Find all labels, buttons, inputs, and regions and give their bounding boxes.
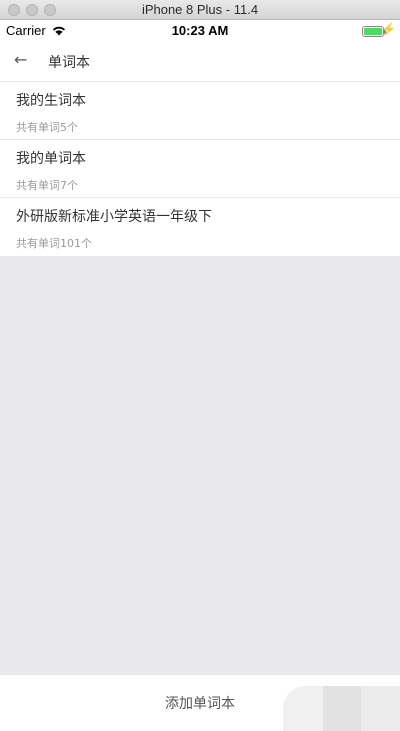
status-bar: Carrier 10:23 AM ⚡	[0, 20, 400, 42]
simulator-titlebar: iPhone 8 Plus - 11.4	[0, 0, 400, 20]
simulator-title: iPhone 8 Plus - 11.4	[141, 2, 259, 17]
wordbook-name: 我的生词本	[16, 93, 86, 109]
navigation-bar: ← 单词本	[0, 42, 400, 82]
add-wordbook-button[interactable]: 添加单词本	[0, 675, 400, 731]
wordbook-name: 外研版新标准小学英语一年级下	[16, 209, 212, 225]
wordbook-list: 我的生词本 共有单词5个 我的单词本 共有单词7个 外研版新标准小学英语一年级下…	[0, 82, 400, 256]
wordbook-item[interactable]: 我的生词本 共有单词5个	[0, 82, 400, 140]
wordbook-word-count: 共有单词5个	[16, 121, 78, 134]
wordbook-item[interactable]: 外研版新标准小学英语一年级下 共有单词101个	[0, 198, 400, 256]
wordbook-word-count: 共有单词101个	[16, 237, 92, 250]
wordbook-word-count: 共有单词7个	[16, 179, 78, 192]
wordbook-item[interactable]: 我的单词本 共有单词7个	[0, 140, 400, 198]
charging-bolt-icon: ⚡	[381, 22, 396, 36]
page-title: 单词本	[48, 55, 90, 71]
wordbook-name: 我的单词本	[16, 151, 86, 167]
bottom-bar: 添加单词本	[0, 674, 400, 731]
status-time: 10:23 AM	[171, 23, 229, 38]
back-arrow-icon[interactable]: ←	[14, 48, 36, 72]
